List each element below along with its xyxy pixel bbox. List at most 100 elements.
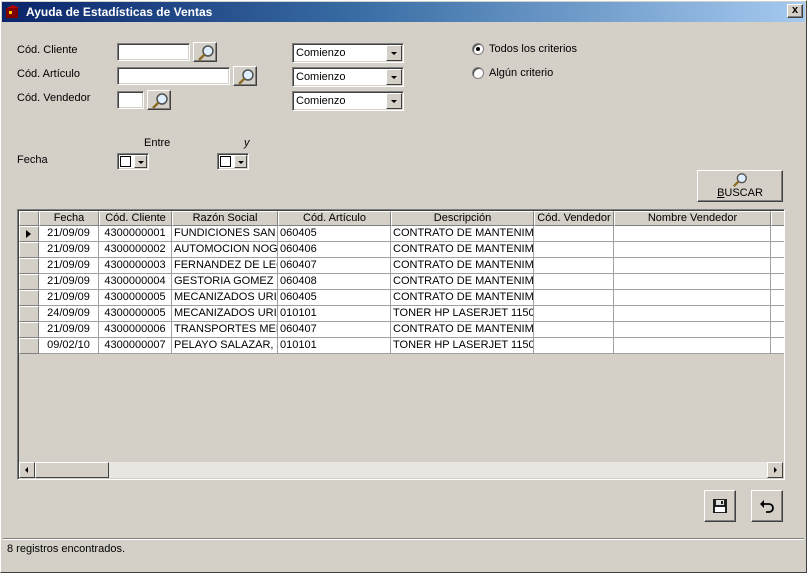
save-button[interactable] xyxy=(704,490,736,522)
table-cell[interactable] xyxy=(534,322,614,338)
table-cell[interactable] xyxy=(534,290,614,306)
radio-todos-indicator[interactable] xyxy=(472,43,484,55)
col-header-cod-vendedor[interactable]: Cód. Vendedor xyxy=(534,211,614,226)
table-cell[interactable]: FUNDICIONES SAN J xyxy=(172,226,278,242)
radio-todos-criterios[interactable]: Todos los criterios xyxy=(472,43,592,57)
table-cell[interactable]: 21/09/09 xyxy=(39,322,99,338)
table-cell[interactable] xyxy=(534,274,614,290)
table-cell[interactable]: PELAYO SALAZAR, J xyxy=(172,338,278,354)
buscar-button[interactable]: BUSCAR xyxy=(697,170,783,202)
table-cell[interactable]: 4300000005 xyxy=(99,306,172,322)
table-cell[interactable] xyxy=(614,338,771,354)
row-indicator[interactable] xyxy=(19,274,39,290)
col-header-razon-social[interactable]: Razón Social xyxy=(172,211,278,226)
table-cell[interactable]: 21/09/09 xyxy=(39,274,99,290)
table-cell[interactable] xyxy=(614,226,771,242)
table-cell[interactable]: 09/02/10 xyxy=(39,338,99,354)
table-cell[interactable] xyxy=(614,290,771,306)
scroll-left-icon[interactable] xyxy=(19,462,35,478)
table-cell[interactable] xyxy=(534,306,614,322)
col-header-cod-cliente[interactable]: Cód. Cliente xyxy=(99,211,172,226)
table-cell[interactable]: CONTRATO DE MANTENIM xyxy=(391,290,534,306)
close-button[interactable]: x xyxy=(787,4,803,18)
table-cell[interactable]: 4300000006 xyxy=(99,322,172,338)
table-cell[interactable]: TONER HP LASERJET 1150 xyxy=(391,306,534,322)
table-row[interactable]: 21/09/09 4300000003 FERNANDEZ DE LEO 060407… xyxy=(19,258,784,274)
table-cell[interactable]: CONTRATO DE MANTENIM xyxy=(391,322,534,338)
row-indicator[interactable] xyxy=(19,290,39,306)
table-cell[interactable] xyxy=(614,258,771,274)
results-grid[interactable]: Fecha Cód. Cliente Razón Social Cód. Art… xyxy=(17,209,785,480)
chevron-down-icon[interactable] xyxy=(234,155,247,168)
table-cell[interactable] xyxy=(614,322,771,338)
row-indicator[interactable] xyxy=(19,338,39,354)
table-cell[interactable]: AUTOMOCION NOGR xyxy=(172,242,278,258)
table-cell[interactable]: 4300000001 xyxy=(99,226,172,242)
table-cell[interactable]: 060405 xyxy=(278,290,391,306)
table-cell[interactable]: 4300000002 xyxy=(99,242,172,258)
chevron-down-icon[interactable] xyxy=(386,69,402,85)
table-cell[interactable]: 060407 xyxy=(278,258,391,274)
table-cell[interactable] xyxy=(614,306,771,322)
table-cell[interactable]: 010101 xyxy=(278,338,391,354)
table-cell[interactable]: 060407 xyxy=(278,322,391,338)
cod-articulo-input[interactable] xyxy=(117,67,230,85)
table-cell[interactable] xyxy=(534,258,614,274)
table-cell[interactable] xyxy=(534,242,614,258)
horizontal-scrollbar[interactable] xyxy=(19,462,783,478)
table-cell[interactable]: 4300000003 xyxy=(99,258,172,274)
table-cell[interactable]: 4300000005 xyxy=(99,290,172,306)
fecha-hasta-picker[interactable] xyxy=(217,153,249,170)
table-cell[interactable]: 060406 xyxy=(278,242,391,258)
table-row[interactable]: 24/09/09 4300000005 MECANIZADOS URIA 010101… xyxy=(19,306,784,322)
fecha-hasta-checkbox[interactable] xyxy=(220,156,231,167)
scroll-thumb[interactable] xyxy=(35,462,109,478)
table-cell[interactable]: CONTRATO DE MANTENIM xyxy=(391,274,534,290)
table-cell[interactable]: 21/09/09 xyxy=(39,290,99,306)
col-header-nombre-vendedor[interactable]: Nombre Vendedor xyxy=(614,211,771,226)
row-indicator[interactable] xyxy=(19,306,39,322)
cod-vendedor-search-button[interactable] xyxy=(147,90,171,110)
radio-algun-criterio[interactable]: Algún criterio xyxy=(472,67,592,81)
table-cell[interactable] xyxy=(534,338,614,354)
chevron-down-icon[interactable] xyxy=(386,45,402,61)
table-cell[interactable]: GESTORIA GOMEZ D xyxy=(172,274,278,290)
table-row[interactable]: 21/09/09 4300000002 AUTOMOCION NOGR 060406 C… xyxy=(19,242,784,258)
table-cell[interactable]: CONTRATO DE MANTENIM xyxy=(391,258,534,274)
cod-vendedor-input[interactable] xyxy=(117,91,144,109)
table-cell[interactable]: MECANIZADOS URIA xyxy=(172,290,278,306)
table-cell[interactable] xyxy=(614,242,771,258)
row-indicator[interactable] xyxy=(19,322,39,338)
col-header-descripcion[interactable]: Descripción xyxy=(391,211,534,226)
row-indicator-current-icon[interactable] xyxy=(19,226,39,242)
radio-algun-indicator[interactable] xyxy=(472,67,484,79)
table-cell[interactable]: 24/09/09 xyxy=(39,306,99,322)
col-header-cod-articulo[interactable]: Cód. Artículo xyxy=(278,211,391,226)
table-cell[interactable]: CONTRATO DE MANTENIM xyxy=(391,226,534,242)
fecha-desde-picker[interactable] xyxy=(117,153,149,170)
row-indicator[interactable] xyxy=(19,242,39,258)
table-row[interactable]: 21/09/09 4300000004 GESTORIA GOMEZ D 060408… xyxy=(19,274,784,290)
table-cell[interactable] xyxy=(534,226,614,242)
table-cell[interactable]: TONER HP LASERJET 1150 xyxy=(391,338,534,354)
cod-cliente-match-select[interactable]: Comienzo xyxy=(292,43,404,63)
table-row[interactable]: 21/09/09 4300000005 MECANIZADOS URIA 060405… xyxy=(19,290,784,306)
row-indicator[interactable] xyxy=(19,258,39,274)
chevron-down-icon[interactable] xyxy=(386,93,402,109)
cod-vendedor-match-select[interactable]: Comienzo xyxy=(292,91,404,111)
chevron-down-icon[interactable] xyxy=(134,155,147,168)
fecha-desde-checkbox[interactable] xyxy=(120,156,131,167)
table-cell[interactable]: 21/09/09 xyxy=(39,258,99,274)
table-row[interactable]: 09/02/10 4300000007 PELAYO SALAZAR, J 01010… xyxy=(19,338,784,354)
table-cell[interactable]: 4300000004 xyxy=(99,274,172,290)
table-cell[interactable]: 010101 xyxy=(278,306,391,322)
title-bar[interactable]: Ayuda de Estadísticas de Ventas x xyxy=(2,2,805,22)
table-cell[interactable]: 21/09/09 xyxy=(39,242,99,258)
scroll-right-icon[interactable] xyxy=(767,462,783,478)
table-cell[interactable]: MECANIZADOS URIA xyxy=(172,306,278,322)
cod-cliente-search-button[interactable] xyxy=(193,42,217,62)
cod-articulo-search-button[interactable] xyxy=(233,66,257,86)
table-cell[interactable]: 060408 xyxy=(278,274,391,290)
table-cell[interactable]: FERNANDEZ DE LEO xyxy=(172,258,278,274)
table-cell[interactable]: TRANSPORTES MEN xyxy=(172,322,278,338)
